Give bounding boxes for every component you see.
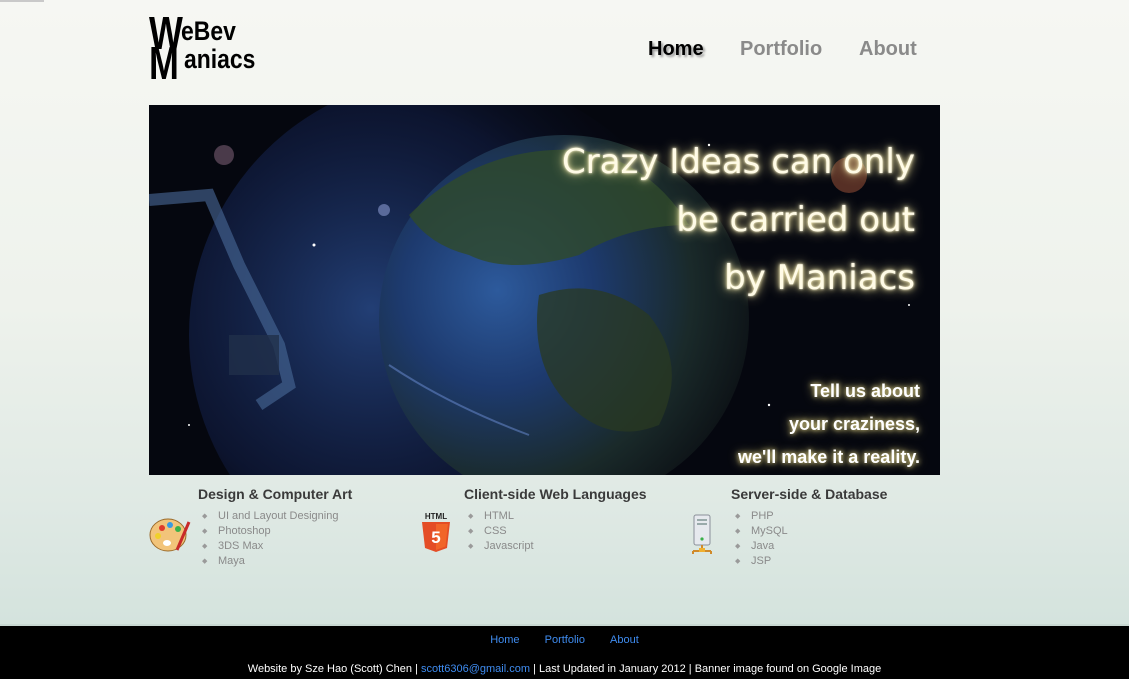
skills-server-column: Server-side & Database PHP MySQL Java JS… bbox=[731, 486, 887, 569]
hero-banner: Crazy Ideas can only be carried out by M… bbox=[149, 105, 940, 475]
skills-client-column: Client-side Web Languages HTML CSS Javas… bbox=[464, 486, 647, 554]
banner-headline-line: Crazy Ideas can only bbox=[561, 142, 915, 182]
list-item: HTML bbox=[464, 509, 647, 524]
skills-server-title: Server-side & Database bbox=[731, 486, 888, 502]
svg-text:5: 5 bbox=[431, 528, 440, 547]
main-nav: Home Portfolio About bbox=[0, 38, 1129, 68]
footer-credit-suffix: | Last Updated in January 2012 | Banner … bbox=[530, 663, 882, 675]
skills-design-list: UI and Layout Designing Photoshop 3DS Ma… bbox=[198, 509, 352, 569]
skills-design-column: Design & Computer Art UI and Layout Desi… bbox=[198, 486, 352, 569]
list-item: Java bbox=[731, 539, 887, 554]
nav-about-link[interactable]: About bbox=[859, 38, 917, 61]
list-item: PHP bbox=[731, 509, 887, 524]
skills-client-list: HTML CSS Javascript bbox=[464, 509, 647, 554]
list-item: 3DS Max bbox=[198, 539, 352, 554]
footer-credit: Website by Sze Hao (Scott) Chen | scott6… bbox=[0, 663, 1129, 675]
banner-tagline-line: Tell us about bbox=[810, 381, 920, 401]
banner-tagline-line: we'll make it a reality. bbox=[737, 447, 920, 467]
site-footer: Home Portfolio About Website by Sze Hao … bbox=[0, 624, 1129, 679]
list-item: UI and Layout Designing bbox=[198, 509, 352, 524]
list-item: MySQL bbox=[731, 524, 887, 539]
nav-portfolio-link[interactable]: Portfolio bbox=[740, 38, 822, 61]
footer-portfolio-link[interactable]: Portfolio bbox=[545, 634, 585, 646]
footer-email-link[interactable]: scott6306@gmail.com bbox=[421, 663, 530, 675]
banner-headline-line: by Maniacs bbox=[724, 258, 915, 298]
skills-server-list: PHP MySQL Java JSP bbox=[731, 509, 887, 569]
list-item: JSP bbox=[731, 554, 887, 569]
top-edge-bar bbox=[0, 0, 44, 2]
banner-headline: Crazy Ideas can only be carried out by M… bbox=[562, 133, 915, 307]
banner-tagline: Tell us about your craziness, we'll make… bbox=[738, 375, 920, 474]
footer-about-link[interactable]: About bbox=[610, 634, 639, 646]
footer-home-link[interactable]: Home bbox=[490, 634, 519, 646]
list-item: Maya bbox=[198, 554, 352, 569]
server-icon bbox=[692, 514, 712, 554]
banner-tagline-line: your craziness, bbox=[788, 414, 920, 434]
footer-nav: Home Portfolio About bbox=[0, 634, 1129, 646]
palette-icon bbox=[149, 518, 191, 552]
footer-credit-prefix: Website by Sze Hao (Scott) Chen | bbox=[247, 663, 421, 675]
list-item: Javascript bbox=[464, 539, 647, 554]
list-item: CSS bbox=[464, 524, 647, 539]
nav-home-link[interactable]: Home bbox=[648, 38, 704, 61]
html5-icon-label: HTML bbox=[425, 512, 447, 521]
banner-headline-line: be carried out bbox=[676, 200, 915, 240]
html5-icon: HTML 5 bbox=[422, 512, 450, 552]
skills-client-title: Client-side Web Languages bbox=[464, 486, 647, 502]
skills-design-title: Design & Computer Art bbox=[198, 486, 353, 502]
list-item: Photoshop bbox=[198, 524, 352, 539]
